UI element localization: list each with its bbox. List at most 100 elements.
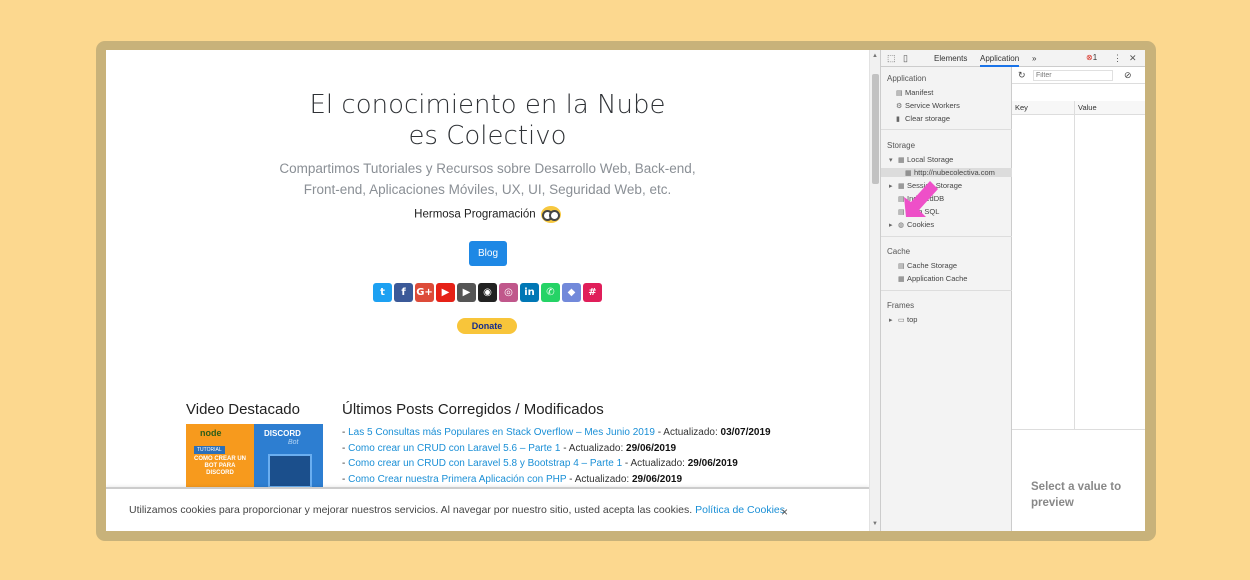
close-icon[interactable]: ✕ xyxy=(1129,53,1137,64)
sidebar-item-label: Cache Storage xyxy=(907,261,958,270)
slack-icon[interactable]: # xyxy=(583,283,602,302)
divider xyxy=(881,290,1012,291)
filter-toolbar: ↻ ⊘ xyxy=(1012,67,1145,84)
discord-logo: DISCORD xyxy=(264,429,301,438)
collapsed-arrow-icon: ▸ xyxy=(889,317,893,324)
sidebar-item-application-cache[interactable]: ▦ Application Cache xyxy=(898,274,967,283)
blog-button[interactable]: Blog xyxy=(469,241,507,266)
thumbnail-discord-panel: DISCORD Bot xyxy=(254,424,323,494)
arrow-shape xyxy=(904,181,938,217)
sidebar-item-label: Local Storage xyxy=(907,155,954,164)
sidebar-item-label: Manifest xyxy=(905,88,934,97)
sidebar-item-label: Cookies xyxy=(907,220,935,229)
page-scrollbar[interactable]: ▲ ▼ xyxy=(869,50,880,531)
post-link[interactable]: Las 5 Consultas más Populares en Stack O… xyxy=(348,427,655,438)
discord-icon[interactable]: ◆ xyxy=(562,283,581,302)
thumbnail-caption: COMO CREAR UN BOT PARA DISCORD xyxy=(194,456,246,476)
cookie-policy-link[interactable]: Política de Cookies xyxy=(695,504,785,516)
sidebar-item-label: Application Cache xyxy=(907,274,968,283)
storage-main-panel: ↻ ⊘ Key Value Select a value to preview xyxy=(1012,67,1145,531)
post-link[interactable]: Como Crear nuestra Primera Aplicación co… xyxy=(348,474,566,485)
whatsapp-icon[interactable]: ✆ xyxy=(541,283,560,302)
twitter-icon[interactable]: t xyxy=(373,283,392,302)
refresh-icon[interactable]: ↻ xyxy=(1018,70,1026,81)
cookie-icon: ◍ xyxy=(898,222,905,229)
expanded-arrow-icon: ▾ xyxy=(889,157,893,164)
updated-label: Actualizado: xyxy=(630,458,685,469)
column-key[interactable]: Key xyxy=(1015,103,1028,112)
application-sidebar: Application ▤ Manifest ⚙ Service Workers ▮… xyxy=(881,67,1012,531)
youtube-icon[interactable]: ▶ xyxy=(436,283,455,302)
video-thumbnail[interactable]: node TUTORIAL COMO CREAR UN BOT PARA DIS… xyxy=(186,424,323,494)
post-date: 29/06/2019 xyxy=(626,442,677,454)
tab-elements[interactable]: Elements xyxy=(934,54,967,63)
thumbnail-node-panel: node TUTORIAL COMO CREAR UN BOT PARA DIS… xyxy=(186,424,254,494)
youtube-2-icon[interactable]: ▶ xyxy=(457,283,476,302)
hermosa-text: Hermosa Programación xyxy=(414,208,536,221)
scroll-up-icon[interactable]: ▲ xyxy=(872,53,878,59)
nerd-emoji-icon xyxy=(540,206,561,223)
website-content: El conocimiento en la Nube es Colectivo … xyxy=(106,50,869,531)
error-counter[interactable]: ⊗1 xyxy=(1086,53,1097,62)
hermosa-line: Hermosa Programación xyxy=(106,206,869,223)
divider xyxy=(881,129,1012,130)
sidebar-header-storage: Storage xyxy=(887,141,916,150)
updated-label: Actualizado: xyxy=(568,442,624,454)
error-count: 1 xyxy=(1092,53,1098,62)
linkedin-icon[interactable]: in xyxy=(520,283,539,302)
post-link[interactable]: Como crear un CRUD con Laravel 5.8 y Boo… xyxy=(348,458,622,469)
list-item: - Como Crear nuestra Primera Aplicación … xyxy=(342,473,683,485)
google-plus-icon[interactable]: G+ xyxy=(415,283,434,302)
filter-input[interactable] xyxy=(1033,70,1113,81)
list-item: - Como crear un CRUD con Laravel 5.6 – P… xyxy=(342,442,677,454)
grid-icon: ▦ xyxy=(898,276,905,283)
column-divider xyxy=(1074,101,1075,429)
pointer-arrow-icon xyxy=(904,181,938,217)
gear-icon: ⚙ xyxy=(896,103,903,110)
scroll-down-icon[interactable]: ▼ xyxy=(872,521,878,527)
social-icons: t f G+ ▶ ▶ ◉ ◎ in ✆ ◆ # xyxy=(373,283,602,302)
cookie-close-button[interactable]: × xyxy=(781,505,788,519)
sidebar-item-clear-storage[interactable]: ▮ Clear storage xyxy=(896,114,950,123)
clear-all-icon[interactable]: ⊘ xyxy=(1124,70,1132,81)
error-icon: ⊗ xyxy=(1086,53,1093,62)
browser-viewport: El conocimiento en la Nube es Colectivo … xyxy=(106,50,1145,531)
facebook-icon[interactable]: f xyxy=(394,283,413,302)
inspect-icon[interactable]: ⬚ xyxy=(887,53,896,64)
donate-button[interactable]: Donate xyxy=(457,318,517,334)
screenshot-frame: El conocimiento en la Nube es Colectivo … xyxy=(96,41,1156,541)
sidebar-item-local-storage-origin[interactable]: ▦ http://nubecolectiva.com xyxy=(881,168,1012,177)
grid-icon: ▦ xyxy=(898,157,905,164)
post-link[interactable]: Como crear un CRUD con Laravel 5.6 – Par… xyxy=(348,443,560,454)
updated-label: Actualizado: xyxy=(663,427,718,438)
column-value[interactable]: Value xyxy=(1078,103,1097,112)
site-subtitle-line1: Compartimos Tutoriales y Recursos sobre … xyxy=(279,161,696,176)
sidebar-item-cookies[interactable]: ▸ ◍ Cookies xyxy=(889,220,934,229)
site-title: El conocimiento en la Nube es Colectivo xyxy=(106,90,869,152)
site-title-line2: es Colectivo xyxy=(408,121,567,151)
sidebar-item-local-storage[interactable]: ▾ ▦ Local Storage xyxy=(889,155,953,164)
frame-icon: ▭ xyxy=(898,317,905,324)
instagram-icon[interactable]: ◎ xyxy=(499,283,518,302)
scrollbar-thumb[interactable] xyxy=(872,74,879,184)
site-subtitle: Compartimos Tutoriales y Recursos sobre … xyxy=(106,158,869,200)
cookie-message: Utilizamos cookies para proporcionar y m… xyxy=(129,504,785,516)
site-title-line1: El conocimiento en la Nube xyxy=(309,90,666,120)
bot-label: Bot xyxy=(288,439,299,446)
device-toolbar-icon[interactable]: ▯ xyxy=(903,53,908,64)
tab-application[interactable]: Application xyxy=(980,54,1020,67)
sidebar-header-application: Application xyxy=(887,74,927,83)
sidebar-item-manifest[interactable]: ▤ Manifest xyxy=(896,88,933,97)
more-tabs-icon[interactable]: » xyxy=(1032,54,1036,63)
list-item: - Como crear un CRUD con Laravel 5.8 y B… xyxy=(342,458,738,469)
collapsed-arrow-icon: ▸ xyxy=(889,222,893,229)
sidebar-item-service-workers[interactable]: ⚙ Service Workers xyxy=(896,101,960,110)
sidebar-item-top-frame[interactable]: ▸ ▭ top xyxy=(889,315,917,324)
github-icon[interactable]: ◉ xyxy=(478,283,497,302)
kebab-menu-icon[interactable]: ⋮ xyxy=(1113,53,1122,64)
sidebar-item-label: Clear storage xyxy=(905,114,951,123)
sidebar-header-cache: Cache xyxy=(887,247,911,256)
post-date: 03/07/2019 xyxy=(720,427,771,438)
storage-table-header: Key Value xyxy=(1012,101,1145,115)
sidebar-item-cache-storage[interactable]: ▤ Cache Storage xyxy=(898,261,957,270)
